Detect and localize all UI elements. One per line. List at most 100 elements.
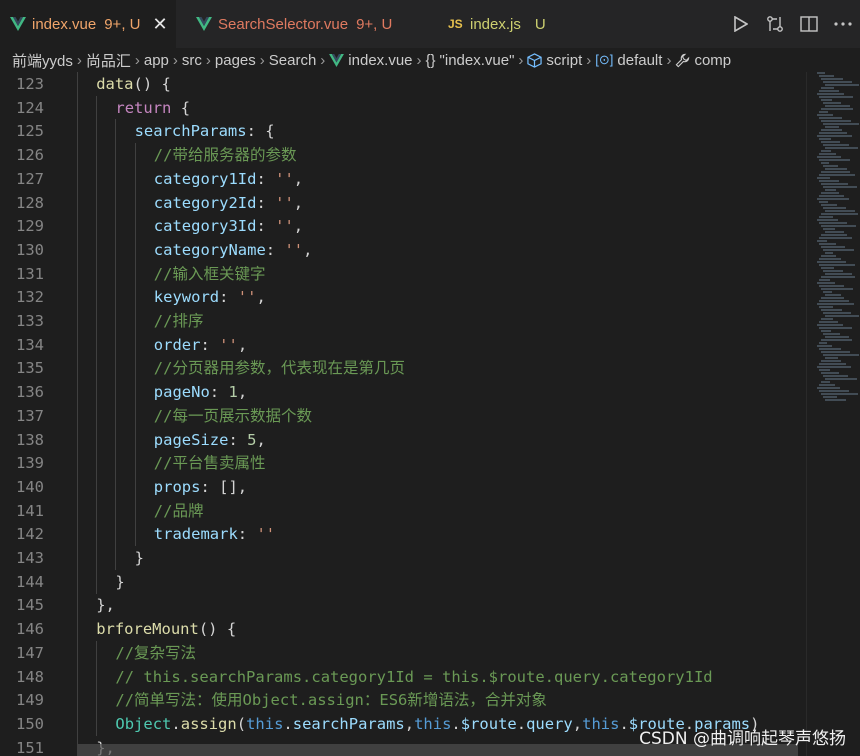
code-line[interactable]: 125 searchParams: {	[0, 119, 806, 144]
minimap-line	[825, 147, 858, 149]
indent-guide	[77, 119, 78, 144]
minimap-line	[821, 120, 851, 122]
code-line[interactable]: 149 //简单写法：使用Object.assign：ES6新增语法，合并对象	[0, 688, 806, 713]
minimap-line	[821, 204, 837, 206]
line-number: 148	[16, 667, 44, 686]
minimap-line	[823, 228, 835, 230]
indent-guide	[115, 119, 117, 144]
code-token: ,	[237, 383, 248, 402]
split-editor-icon[interactable]	[792, 7, 826, 41]
breadcrumb-item[interactable]: default	[617, 52, 662, 69]
code-line[interactable]: 135 //分页器用参数，代表现在是第几页	[0, 356, 806, 381]
code-line[interactable]: 132 keyword: '',	[0, 285, 806, 310]
indent-guide	[96, 237, 98, 262]
code-token: .	[283, 714, 293, 733]
code-line[interactable]: 142 trademark: ''	[0, 522, 806, 547]
code-token: category1Id	[153, 169, 257, 188]
code-line[interactable]: 144}	[0, 569, 806, 594]
code-line[interactable]: 124 return {	[0, 95, 806, 120]
code-token: ''	[237, 288, 257, 307]
chevron-right-icon: ›	[259, 51, 265, 69]
line-number: 126	[16, 146, 44, 165]
tab-index-vue[interactable]: index.vue 9+, U ✕	[0, 0, 176, 48]
run-icon[interactable]	[724, 7, 758, 41]
code-line[interactable]: 139 //平台售卖属性	[0, 451, 806, 476]
indent-guide	[77, 356, 78, 381]
breadcrumb-item[interactable]: index.vue	[348, 52, 412, 69]
close-icon[interactable]: ✕	[153, 14, 168, 35]
indent-guide	[134, 522, 136, 547]
code-line[interactable]: 141 //品牌	[0, 498, 806, 523]
code-line[interactable]: 148 // this.searchParams.category1Id = th…	[0, 664, 806, 689]
code-text: //排序	[154, 309, 204, 333]
indent-guide	[96, 474, 98, 499]
breadcrumb-item[interactable]: Search	[269, 52, 317, 69]
indent-guide	[115, 546, 117, 570]
breadcrumb-item[interactable]: src	[182, 52, 202, 69]
minimap-line	[825, 399, 846, 401]
line-number: 144	[16, 572, 44, 591]
indent-guide	[77, 261, 78, 286]
code-token: //品牌	[153, 501, 204, 520]
line-number: 146	[16, 620, 44, 639]
code-token: (	[236, 714, 247, 733]
breadcrumb-item[interactable]: 尚品汇	[86, 50, 131, 71]
tab-label: SearchSelector.vue	[218, 15, 349, 33]
minimap-line	[821, 318, 833, 320]
code-token: $route	[460, 714, 517, 733]
code-line[interactable]: 137 //每一页展示数据个数	[0, 403, 806, 428]
code-line[interactable]: 128 category2Id: '',	[0, 190, 806, 215]
breadcrumb-item[interactable]: 前端yyds	[12, 50, 73, 71]
code-text: //输入框关键字	[154, 262, 266, 286]
minimap[interactable]	[806, 72, 860, 756]
breadcrumb-item[interactable]: app	[144, 52, 169, 69]
code-token: }	[134, 549, 144, 567]
code-line[interactable]: 123 data() {	[0, 72, 806, 96]
minimap-line	[823, 81, 852, 83]
code-text: return {	[115, 96, 190, 120]
code-line[interactable]: 134 order: '',	[0, 332, 806, 357]
indent-guide	[134, 356, 136, 381]
code-token: :	[256, 193, 276, 212]
minimap-line	[817, 387, 840, 389]
tab-searchselector-vue[interactable]: SearchSelector.vue 9+, U	[196, 0, 416, 48]
breadcrumb-item[interactable]: pages	[215, 52, 256, 69]
code-line[interactable]: 145},	[0, 593, 806, 618]
indent-guide	[96, 190, 98, 215]
indent-guide	[115, 451, 117, 476]
breadcrumb-item[interactable]: script	[546, 52, 582, 69]
breadcrumb-item[interactable]: comp	[694, 52, 731, 69]
compare-changes-icon[interactable]	[758, 7, 792, 41]
indent-guide	[96, 261, 98, 286]
code-token: this	[582, 714, 620, 733]
code-token: searchParams	[134, 122, 247, 141]
code-line[interactable]: 129 category3Id: '',	[0, 214, 806, 239]
braces-icon: {}	[425, 51, 436, 69]
code-line[interactable]: 140 props: [],	[0, 474, 806, 499]
indent-guide	[96, 166, 98, 191]
indent-guide	[96, 569, 98, 594]
code-line[interactable]: 138 pageSize: 5,	[0, 427, 806, 452]
indent-guide	[77, 711, 78, 736]
minimap-line	[821, 381, 830, 383]
code-line[interactable]: 147 //复杂写法	[0, 640, 806, 665]
code-text: //每一页展示数据个数	[154, 404, 312, 428]
tab-status: U	[534, 15, 546, 33]
code-line[interactable]: 136 pageNo: 1,	[0, 380, 806, 405]
code-line[interactable]: 130 categoryName: '',	[0, 237, 806, 262]
minimap-line	[819, 195, 844, 197]
code-line[interactable]: 127 category1Id: '',	[0, 166, 806, 191]
code-line[interactable]: 131 //输入框关键字	[0, 261, 806, 286]
code-line[interactable]: 126 //带给服务器的参数	[0, 143, 806, 168]
tab-index-js[interactable]: JS index.js U	[448, 0, 568, 48]
minimap-line	[825, 252, 833, 254]
more-icon[interactable]	[826, 7, 860, 41]
code-line[interactable]: 133 //排序	[0, 309, 806, 333]
code-token: 1	[228, 383, 238, 402]
code-line[interactable]: 146 brforeMount() {	[0, 617, 806, 642]
indent-guide	[115, 522, 117, 547]
minimap-line	[819, 132, 847, 134]
code-editor[interactable]: 123 data() {124 return {125 searchParams: {…	[0, 72, 806, 756]
breadcrumb-item[interactable]: "index.vue"	[440, 52, 515, 69]
code-line[interactable]: 143}	[0, 546, 806, 570]
